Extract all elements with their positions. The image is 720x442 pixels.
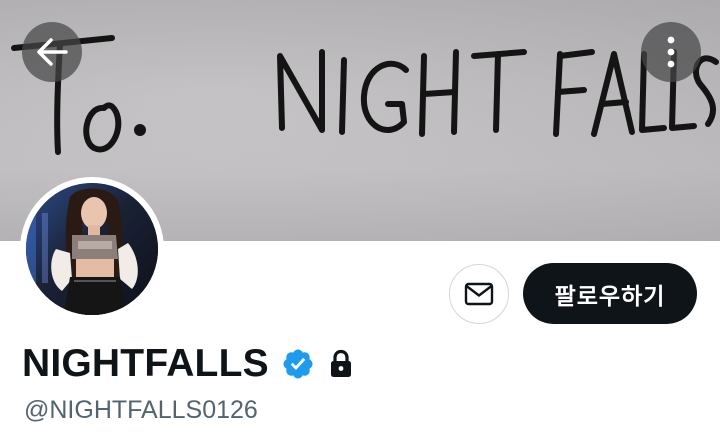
more-vertical-icon: [667, 36, 675, 68]
mail-icon: [464, 282, 494, 306]
back-button[interactable]: [22, 22, 82, 82]
message-button[interactable]: [449, 264, 509, 324]
more-options-button[interactable]: [641, 22, 701, 82]
display-name: NIGHTFALLS: [22, 342, 269, 385]
verified-badge-icon[interactable]: [281, 347, 315, 381]
username-handle: @NIGHTFALLS0126: [24, 396, 258, 424]
follow-button[interactable]: 팔로우하기: [523, 263, 697, 324]
arrow-left-icon: [37, 38, 68, 66]
avatar-photo: [26, 183, 158, 315]
avatar[interactable]: [26, 183, 158, 315]
name-row: NIGHTFALLS: [22, 340, 353, 388]
lock-icon: [329, 349, 353, 379]
